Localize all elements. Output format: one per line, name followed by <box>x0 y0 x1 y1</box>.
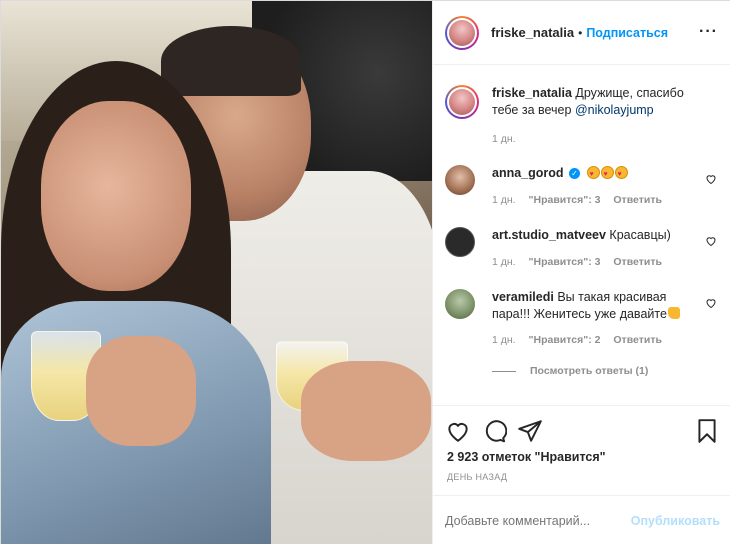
caption-time: 1 дн. <box>492 133 516 145</box>
comment-likes[interactable]: "Нравится": 3 <box>529 194 601 206</box>
avatar-image <box>449 19 475 46</box>
heart-eyes-emoji <box>586 166 600 183</box>
comment-meta: 1 дн. "Нравится": 2 Ответить <box>492 334 672 346</box>
reply-button[interactable]: Ответить <box>613 334 662 346</box>
caption-avatar[interactable] <box>445 85 479 119</box>
share-icon[interactable] <box>517 418 543 444</box>
follow-button[interactable]: Подписаться <box>586 26 668 40</box>
caption-username[interactable]: friske_natalia <box>492 86 572 100</box>
header-username[interactable]: friske_natalia <box>491 25 574 40</box>
heart-eyes-emoji <box>614 166 628 183</box>
likes-count[interactable]: 2 923 отметок "Нравится" <box>447 450 606 464</box>
comment-like-heart-icon[interactable] <box>705 173 717 185</box>
comment-time: 1 дн. <box>492 256 516 268</box>
comment-meta: 1 дн. "Нравится": 3 Ответить <box>492 194 672 206</box>
comment-time: 1 дн. <box>492 194 516 206</box>
caption-text: friske_natalia Дружище, спасибо тебе за … <box>492 86 684 117</box>
comment-time: 1 дн. <box>492 334 516 346</box>
post-side-panel: friske_natalia • Подписаться ··· friske_… <box>432 1 730 544</box>
comment-input[interactable] <box>445 513 625 528</box>
separator-dot: • <box>578 25 583 40</box>
view-replies-button[interactable]: Посмотреть ответы (1) <box>492 365 648 377</box>
comment-icon[interactable] <box>481 418 507 444</box>
reply-button[interactable]: Ответить <box>613 256 662 268</box>
verified-badge-icon: ✓ <box>569 168 581 179</box>
post-actions: 2 923 отметок "Нравится" ДЕНЬ НАЗАД <box>433 405 730 505</box>
photo-hand <box>86 336 196 446</box>
comment-text: anna_gorod ✓ <box>492 165 692 183</box>
photo-man-hair <box>161 26 301 96</box>
post-frame: friske_natalia • Подписаться ··· friske_… <box>0 0 730 544</box>
comment-username[interactable]: anna_gorod <box>492 166 564 180</box>
heart-icon[interactable] <box>445 418 471 444</box>
comment-text: art.studio_matveev Красавцы) <box>492 228 671 242</box>
comment-likes[interactable]: "Нравится": 2 <box>529 334 601 346</box>
mention-link[interactable]: @nikolayjump <box>575 103 654 117</box>
post-comment-button[interactable]: Опубликовать <box>631 514 720 528</box>
heart-eyes-emoji <box>600 166 614 183</box>
add-comment-bar: Опубликовать <box>433 495 730 544</box>
thumbs-up-emoji <box>667 307 680 319</box>
comment-avatar[interactable] <box>445 227 475 257</box>
comment-meta: 1 дн. "Нравится": 3 Ответить <box>492 256 672 268</box>
reply-button[interactable]: Ответить <box>613 194 662 206</box>
photo-hand <box>301 361 431 461</box>
comment-username[interactable]: art.studio_matveev <box>492 228 606 242</box>
comment-like-heart-icon[interactable] <box>705 235 717 247</box>
comment-avatar[interactable] <box>445 165 475 195</box>
comment-avatar[interactable] <box>445 289 475 319</box>
avatar[interactable] <box>445 15 479 50</box>
bookmark-icon[interactable] <box>694 418 720 444</box>
comment-text: veramiledi Вы такая красивая пара!!! Жен… <box>492 289 692 323</box>
caption-meta: 1 дн. <box>492 133 526 145</box>
post-header: friske_natalia • Подписаться ··· <box>433 1 730 65</box>
photo-woman-face <box>41 101 191 291</box>
comment-username[interactable]: veramiledi <box>492 290 554 304</box>
replies-divider <box>492 370 516 372</box>
comments-list: friske_natalia Дружище, спасибо тебе за … <box>433 65 730 405</box>
comment-likes[interactable]: "Нравится": 3 <box>529 256 601 268</box>
comment-like-heart-icon[interactable] <box>705 297 717 309</box>
post-photo[interactable] <box>1 1 432 544</box>
more-horizontal-icon[interactable]: ··· <box>699 24 718 40</box>
post-date: ДЕНЬ НАЗАД <box>447 472 508 482</box>
